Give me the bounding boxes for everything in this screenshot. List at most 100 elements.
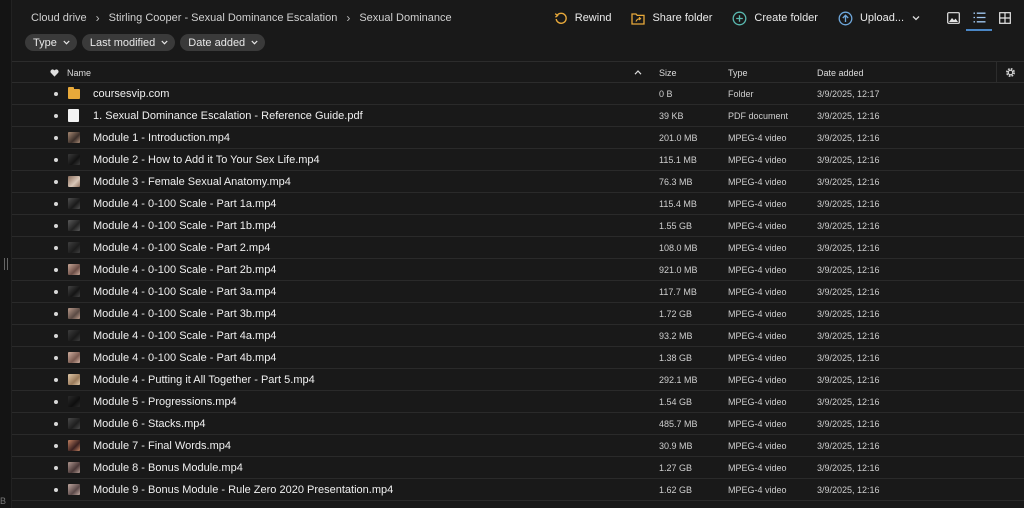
favourite-toggle[interactable] bbox=[54, 105, 58, 126]
table-row[interactable]: Module 2 - How to Add it To Your Sex Lif… bbox=[12, 149, 1024, 171]
file-thumbnail bbox=[68, 127, 80, 148]
file-type: MPEG-4 video bbox=[728, 352, 787, 363]
favourite-toggle[interactable] bbox=[54, 325, 58, 346]
file-date-added: 3/9/2025, 12:16 bbox=[817, 308, 880, 319]
favourite-toggle[interactable] bbox=[54, 479, 58, 500]
table-row[interactable]: Module 6 - Stacks.mp4 485.7 MB MPEG-4 vide… bbox=[12, 413, 1024, 435]
image-view-button[interactable] bbox=[940, 5, 966, 31]
video-thumbnail bbox=[68, 154, 80, 165]
file-type: PDF document bbox=[728, 110, 789, 121]
file-thumbnail bbox=[68, 435, 80, 456]
table-row[interactable]: Module 3 - Female Sexual Anatomy.mp4 76.3… bbox=[12, 171, 1024, 193]
table-row[interactable]: Module 4 - 0-100 Scale - Part 1b.mp4 1.55… bbox=[12, 215, 1024, 237]
table-row[interactable]: Module 1 - Introduction.mp4 201.0 MB MPEG-… bbox=[12, 127, 1024, 149]
column-header-name[interactable]: Name bbox=[67, 62, 91, 83]
grid-view-button[interactable] bbox=[992, 5, 1018, 31]
file-name: Module 4 - 0-100 Scale - Part 4a.mp4 bbox=[93, 329, 277, 342]
heart-icon bbox=[50, 68, 59, 77]
favourite-toggle[interactable] bbox=[54, 369, 58, 390]
file-thumbnail bbox=[68, 215, 80, 236]
favourite-toggle[interactable] bbox=[54, 171, 58, 192]
file-date-added: 3/9/2025, 12:16 bbox=[817, 396, 880, 407]
favourite-toggle[interactable] bbox=[54, 435, 58, 456]
column-header-type[interactable]: Type bbox=[728, 62, 748, 83]
create-folder-button[interactable]: Create folder bbox=[732, 11, 818, 26]
filter-type[interactable]: Type bbox=[25, 34, 77, 51]
sort-ascending-icon[interactable] bbox=[634, 62, 642, 83]
video-thumbnail bbox=[68, 176, 80, 187]
table-row[interactable]: 1. Sexual Dominance Escalation - Referen… bbox=[12, 105, 1024, 127]
favourite-toggle[interactable] bbox=[54, 413, 58, 434]
column-settings-button[interactable] bbox=[996, 62, 1024, 83]
file-thumbnail bbox=[68, 347, 80, 368]
table-row[interactable]: Module 4 - 0-100 Scale - Part 2.mp4 108.0… bbox=[12, 237, 1024, 259]
chevron-down-icon bbox=[251, 40, 258, 45]
upload-button[interactable]: Upload... bbox=[838, 11, 920, 26]
video-thumbnail bbox=[68, 374, 80, 385]
file-thumbnail bbox=[68, 149, 80, 170]
column-header-size[interactable]: Size bbox=[659, 62, 677, 83]
upload-label: Upload... bbox=[859, 12, 904, 24]
list-view-button[interactable] bbox=[966, 5, 992, 31]
grid-view-icon bbox=[999, 12, 1011, 24]
file-table: Name Size Type Date added coursesvip.com… bbox=[12, 61, 1024, 501]
table-row[interactable]: Module 4 - 0-100 Scale - Part 4b.mp4 1.38… bbox=[12, 347, 1024, 369]
favourite-toggle[interactable] bbox=[54, 347, 58, 368]
table-row[interactable]: coursesvip.com 0 B Folder 3/9/2025, 12:17 bbox=[12, 83, 1024, 105]
file-date-added: 3/9/2025, 12:16 bbox=[817, 440, 880, 451]
pdf-file-icon bbox=[68, 109, 79, 122]
video-thumbnail bbox=[68, 440, 80, 451]
favourite-toggle[interactable] bbox=[54, 193, 58, 214]
favourite-toggle[interactable] bbox=[54, 237, 58, 258]
filter-last-modified-label: Last modified bbox=[89, 36, 156, 49]
favourite-toggle[interactable] bbox=[54, 215, 58, 236]
file-type: MPEG-4 video bbox=[728, 396, 787, 407]
column-header-date-added[interactable]: Date added bbox=[817, 62, 864, 83]
file-type: MPEG-4 video bbox=[728, 374, 787, 385]
file-name: Module 7 - Final Words.mp4 bbox=[93, 439, 231, 452]
favourite-toggle[interactable] bbox=[54, 391, 58, 412]
breadcrumb-parent-folder[interactable]: Stirling Cooper - Sexual Dominance Escal… bbox=[109, 12, 338, 24]
panel-resize-handle[interactable] bbox=[4, 258, 8, 270]
file-date-added: 3/9/2025, 12:16 bbox=[817, 352, 880, 363]
favourite-column-header[interactable] bbox=[50, 62, 62, 83]
table-row[interactable]: Module 4 - 0-100 Scale - Part 4a.mp4 93.2… bbox=[12, 325, 1024, 347]
favourite-toggle[interactable] bbox=[54, 149, 58, 170]
file-thumbnail bbox=[68, 259, 80, 280]
table-row[interactable]: Module 4 - 0-100 Scale - Part 1a.mp4 115.… bbox=[12, 193, 1024, 215]
table-row[interactable]: Module 7 - Final Words.mp4 30.9 MB MPEG-4 … bbox=[12, 435, 1024, 457]
filter-date-added[interactable]: Date added bbox=[180, 34, 266, 51]
breadcrumb-current-folder[interactable]: Sexual Dominance bbox=[359, 12, 451, 24]
video-thumbnail bbox=[68, 484, 80, 495]
favourite-toggle[interactable] bbox=[54, 457, 58, 478]
rewind-label: Rewind bbox=[574, 12, 612, 24]
table-row[interactable]: Module 4 - 0-100 Scale - Part 3a.mp4 117.… bbox=[12, 281, 1024, 303]
table-row[interactable]: Module 4 - 0-100 Scale - Part 2b.mp4 921.… bbox=[12, 259, 1024, 281]
favourite-toggle[interactable] bbox=[54, 83, 58, 104]
breadcrumb-cloud-drive[interactable]: Cloud drive bbox=[31, 12, 87, 24]
panel-edge-glyph: B bbox=[0, 496, 7, 506]
video-thumbnail bbox=[68, 308, 80, 319]
filter-type-label: Type bbox=[33, 36, 57, 49]
table-row[interactable]: Module 5 - Progressions.mp4 1.54 GB MPEG-4… bbox=[12, 391, 1024, 413]
rewind-button[interactable]: Rewind bbox=[554, 11, 612, 25]
table-row[interactable]: Module 9 - Bonus Module - Rule Zero 2020… bbox=[12, 479, 1024, 501]
favourite-toggle[interactable] bbox=[54, 281, 58, 302]
video-thumbnail bbox=[68, 286, 80, 297]
table-row[interactable]: Module 8 - Bonus Module.mp4 1.27 GB MPEG-4… bbox=[12, 457, 1024, 479]
file-size: 39 KB bbox=[659, 110, 684, 121]
file-thumbnail bbox=[68, 325, 80, 346]
file-type: MPEG-4 video bbox=[728, 286, 787, 297]
table-row[interactable]: Module 4 - Putting it All Together - Par… bbox=[12, 369, 1024, 391]
filter-last-modified[interactable]: Last modified bbox=[81, 34, 176, 51]
favourite-toggle[interactable] bbox=[54, 303, 58, 324]
breadcrumb-separator-icon: › bbox=[346, 11, 351, 25]
favourite-toggle[interactable] bbox=[54, 259, 58, 280]
file-size: 1.38 GB bbox=[659, 352, 693, 363]
share-folder-button[interactable]: Share folder bbox=[631, 12, 712, 25]
file-date-added: 3/9/2025, 12:17 bbox=[817, 88, 880, 99]
favourite-toggle[interactable] bbox=[54, 127, 58, 148]
file-size: 1.27 GB bbox=[659, 462, 693, 473]
table-row[interactable]: Module 4 - 0-100 Scale - Part 3b.mp4 1.72… bbox=[12, 303, 1024, 325]
file-thumbnail bbox=[68, 105, 80, 126]
